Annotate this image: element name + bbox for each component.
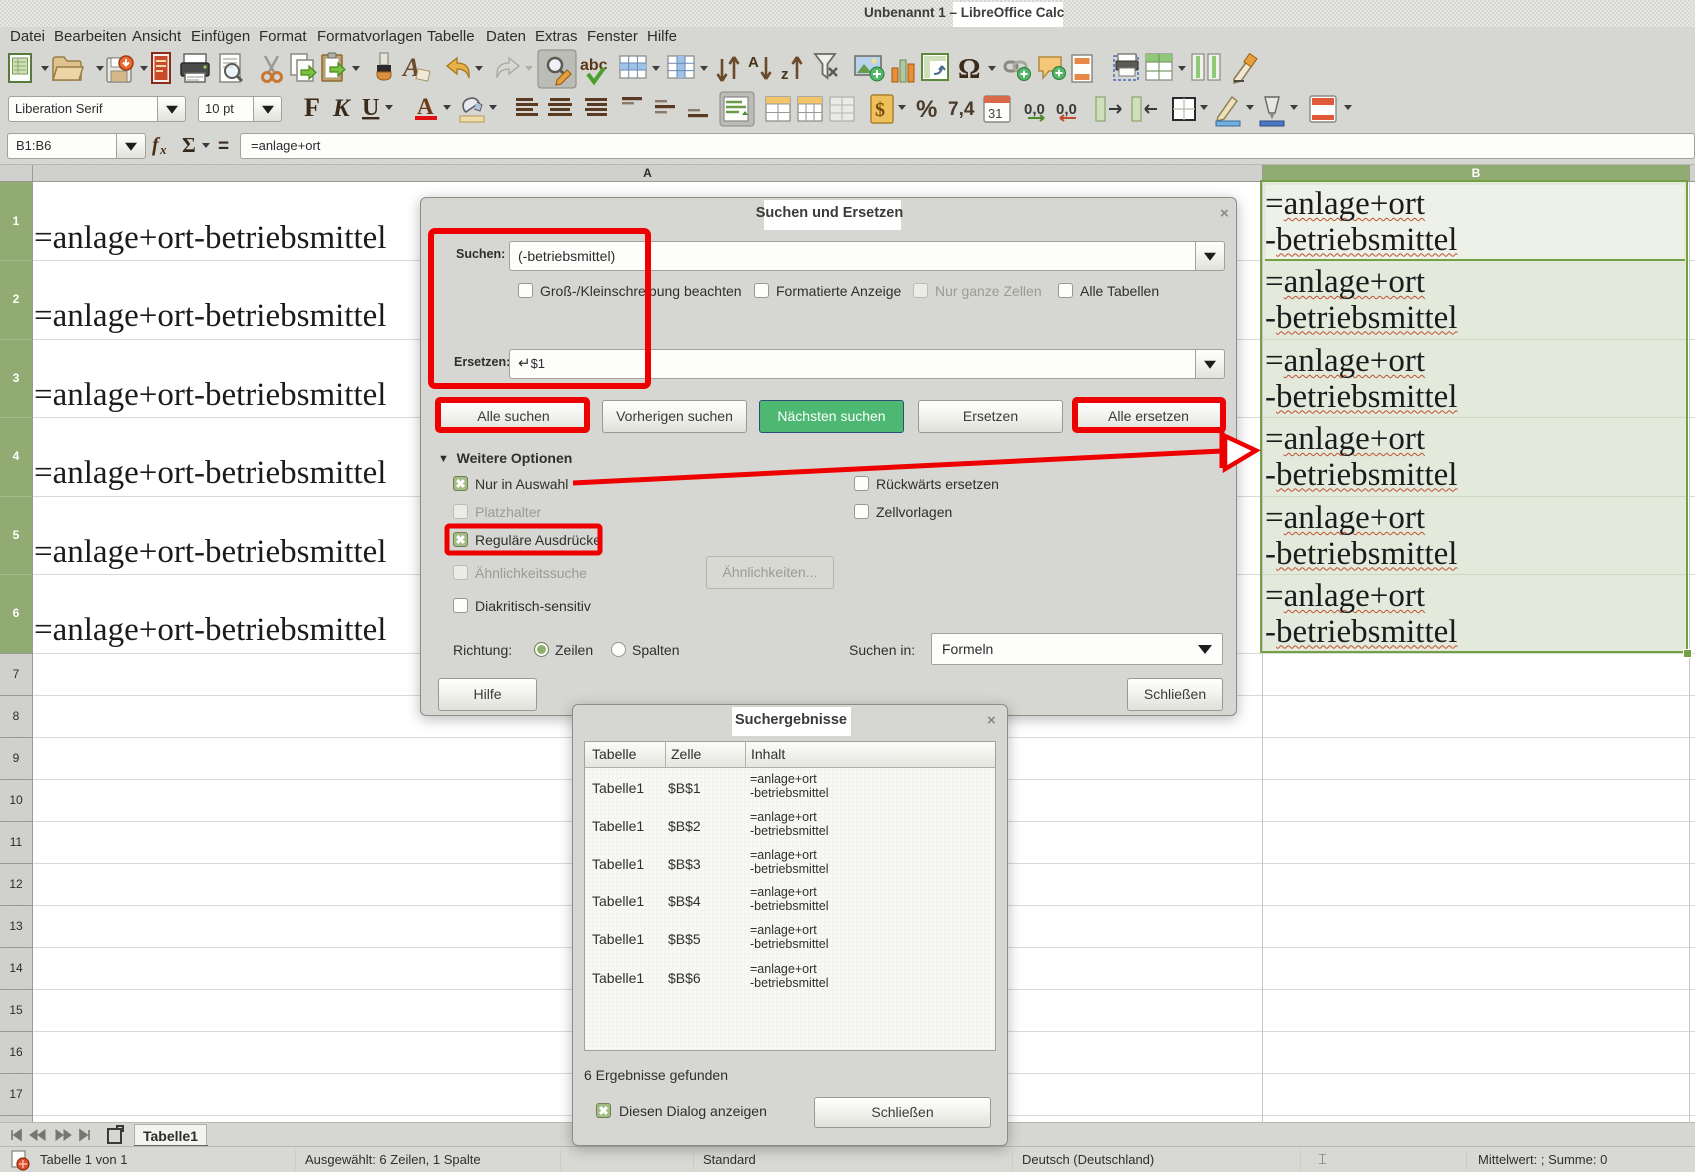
svg-text:Ω: Ω: [958, 54, 980, 85]
svg-text:z: z: [781, 66, 789, 83]
svg-text:A: A: [748, 54, 759, 71]
svg-text:x: x: [159, 142, 167, 157]
svg-text:F: F: [304, 93, 320, 122]
svg-text:U: U: [362, 95, 379, 121]
svg-text:$: $: [875, 99, 885, 121]
svg-text:7,4: 7,4: [948, 99, 975, 120]
svg-text:0,0: 0,0: [1056, 101, 1077, 118]
svg-text:A: A: [417, 94, 434, 119]
svg-text:=: =: [218, 136, 229, 157]
svg-text:%: %: [916, 96, 937, 123]
svg-text:Σ: Σ: [182, 133, 196, 157]
svg-text:K: K: [332, 95, 352, 122]
svg-text:31: 31: [988, 106, 1002, 121]
